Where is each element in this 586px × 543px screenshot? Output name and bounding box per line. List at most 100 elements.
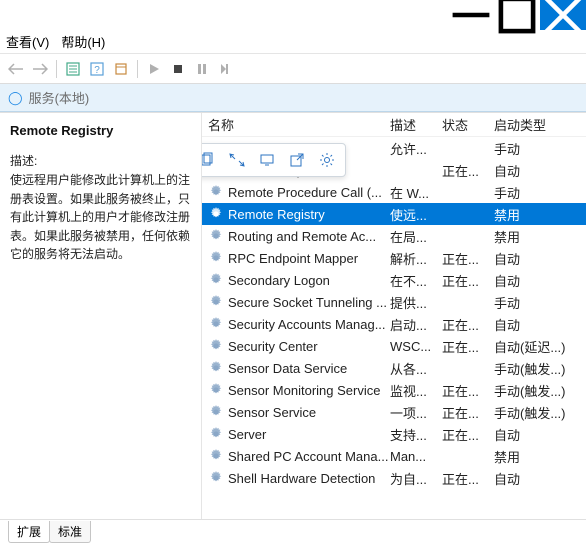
service-name-cell: Secondary Logon (228, 273, 390, 288)
service-startup-cell: 自动 (494, 249, 586, 268)
service-name-cell: Sensor Monitoring Service (228, 383, 390, 398)
close-button[interactable] (540, 0, 586, 30)
service-desc-cell: 启动... (390, 315, 442, 334)
tab-label: 服务(本地) (29, 88, 90, 107)
service-row[interactable]: Shell Hardware Detection为自...正在...自动 (202, 467, 586, 489)
forward-icon[interactable] (30, 59, 50, 79)
service-startup-cell: 自动 (494, 271, 586, 290)
service-row[interactable]: Sensor Monitoring Service监视...正在...手动(触发… (202, 379, 586, 401)
col-status[interactable]: 状态 (442, 115, 494, 134)
service-row[interactable]: Shared PC Account Mana...Man...禁用 (202, 445, 586, 467)
service-desc-cell: 一项... (390, 403, 442, 422)
help-icon[interactable]: ? (87, 59, 107, 79)
maximize-button[interactable] (494, 0, 540, 30)
gear-icon (208, 470, 224, 486)
service-desc-cell: 在局... (390, 227, 442, 246)
share-icon[interactable] (283, 148, 311, 172)
service-row[interactable]: Secure Socket Tunneling ...提供...手动 (202, 291, 586, 313)
gear-icon (208, 184, 224, 200)
service-startup-cell: 禁用 (494, 447, 586, 466)
service-status-cell: 正在... (442, 381, 494, 400)
service-name-cell: Remote Procedure Call (... (228, 185, 390, 200)
play-icon[interactable] (144, 59, 164, 79)
service-row[interactable]: Security Accounts Manag...启动...正在...自动 (202, 313, 586, 335)
service-desc-cell: WSC... (390, 339, 442, 354)
service-startup-cell: 禁用 (494, 227, 586, 246)
service-desc-cell: 为自... (390, 469, 442, 488)
service-row[interactable]: Routing and Remote Ac...在局... 禁用 (202, 225, 586, 247)
service-startup-cell: 手动 (494, 139, 586, 158)
tab-extended[interactable]: 扩展 (8, 521, 50, 543)
window-titlebar (0, 0, 586, 30)
service-desc-cell: 在 W... (390, 183, 442, 202)
description-panel: Remote Registry 描述: 使远程用户能修改此计算机上的注册表设置。… (0, 113, 202, 519)
pause-icon[interactable] (192, 59, 212, 79)
service-desc-cell: 使远... (390, 205, 442, 224)
service-name-cell: Secure Socket Tunneling ... (228, 295, 390, 310)
back-icon[interactable] (6, 59, 26, 79)
stop-icon[interactable] (168, 59, 188, 79)
gear-icon (208, 448, 224, 464)
menu-view[interactable]: 查看(V) (6, 32, 49, 51)
gear-icon (208, 272, 224, 288)
service-row[interactable]: Remote Procedure Call (...在 W...手动 (202, 181, 586, 203)
services-rows[interactable]: p Servic...允许...手动...dure Call (...正在...… (202, 137, 586, 519)
service-status-cell: 正在... (442, 337, 494, 356)
service-startup-cell: 自动 (494, 469, 586, 488)
service-row[interactable]: Sensor Service一项...正在...手动(触发...) (202, 401, 586, 423)
services-tab-header: ◯ 服务(本地) (0, 84, 586, 112)
services-list-panel: 名称 描述 状态 启动类型 p Servic...允许...手动...dure … (202, 113, 586, 519)
export-icon[interactable] (111, 59, 131, 79)
service-row[interactable]: RPC Endpoint Mapper解析...正在...自动 (202, 247, 586, 269)
col-startup[interactable]: 启动类型 (494, 115, 586, 134)
column-headers[interactable]: 名称 描述 状态 启动类型 (202, 113, 586, 137)
service-name-cell: Security Accounts Manag... (228, 317, 390, 332)
service-status-cell: 正在... (442, 403, 494, 422)
service-row[interactable]: Server支持...正在...自动 (202, 423, 586, 445)
service-row[interactable]: Remote Registry使远...禁用 (202, 203, 586, 225)
settings-icon[interactable] (313, 148, 341, 172)
service-startup-cell: 自动 (494, 425, 586, 444)
service-name-cell: Sensor Service (228, 405, 390, 420)
service-status-cell: 正在... (442, 315, 494, 334)
service-name-cell: Sensor Data Service (228, 361, 390, 376)
gear-icon (208, 404, 224, 420)
copy-icon[interactable] (202, 148, 221, 172)
service-desc-cell: 允许... (390, 139, 442, 158)
service-name-cell: RPC Endpoint Mapper (228, 251, 390, 266)
menu-help[interactable]: 帮助(H) (61, 32, 105, 51)
service-startup-cell: 自动(延迟...) (494, 337, 586, 356)
gear-icon (208, 360, 224, 376)
tab-standard[interactable]: 标准 (49, 521, 91, 543)
service-startup-cell: 自动 (494, 161, 586, 180)
service-name-cell: Remote Registry (228, 207, 390, 222)
gear-icon (208, 250, 224, 266)
service-name-cell: Routing and Remote Ac... (228, 229, 390, 244)
service-row[interactable]: Secondary Logon在不...正在...自动 (202, 269, 586, 291)
gear-icon (208, 382, 224, 398)
svg-text:?: ? (94, 65, 100, 76)
col-name[interactable]: 名称 (208, 115, 390, 134)
bottom-tabs: 扩展 标准 (0, 519, 586, 543)
properties-icon[interactable] (63, 59, 83, 79)
restart-icon[interactable] (216, 59, 236, 79)
service-row[interactable]: Sensor Data Service从各...手动(触发...) (202, 357, 586, 379)
description-text: 使远程用户能修改此计算机上的注册表设置。如果此服务被终止，只有此计算机上的用户才… (10, 171, 191, 264)
gear-icon (208, 206, 224, 222)
service-desc-cell: 在不... (390, 271, 442, 290)
minimize-button[interactable] (448, 0, 494, 30)
service-status-cell: 正在... (442, 271, 494, 290)
gear-icon (208, 426, 224, 442)
main-toolbar: ? (0, 54, 586, 84)
col-desc[interactable]: 描述 (390, 115, 442, 134)
service-desc-cell: Man... (390, 449, 442, 464)
monitor-icon[interactable] (253, 148, 281, 172)
service-row[interactable]: Security CenterWSC...正在...自动(延迟...) (202, 335, 586, 357)
gear-icon (208, 228, 224, 244)
service-startup-cell: 自动 (494, 315, 586, 334)
service-desc-cell: 提供... (390, 293, 442, 312)
expand-icon[interactable] (223, 148, 251, 172)
description-label: 描述: (10, 152, 191, 169)
content-area: Remote Registry 描述: 使远程用户能修改此计算机上的注册表设置。… (0, 112, 586, 519)
service-name-cell: Shell Hardware Detection (228, 471, 390, 486)
